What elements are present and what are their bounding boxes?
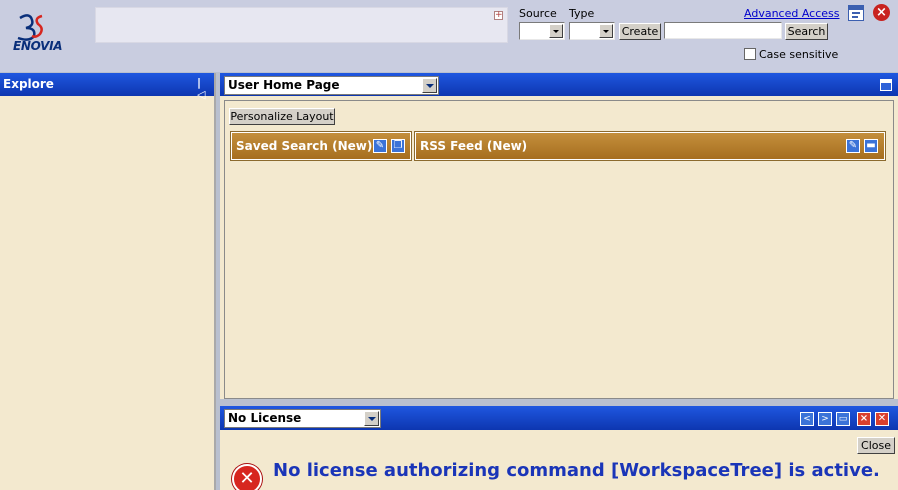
chevron-down-icon xyxy=(599,24,613,38)
advanced-access-link[interactable]: Advanced Access xyxy=(744,7,840,20)
type-label: Type xyxy=(569,7,595,20)
context-area: + xyxy=(95,7,508,43)
type-select[interactable] xyxy=(569,22,615,40)
explore-title: Explore xyxy=(3,77,54,91)
portlet-title: Saved Search (New) xyxy=(236,139,373,153)
close-icon[interactable]: × xyxy=(857,412,871,426)
edit-icon[interactable]: ✎ xyxy=(846,139,860,153)
source-select[interactable] xyxy=(519,22,565,40)
enovia-logo[interactable]: ENOVIA xyxy=(10,12,80,56)
panel-splitter-horizontal[interactable] xyxy=(220,399,898,405)
message-header: No License < > ▭ × ✕ xyxy=(220,406,898,430)
collapse-icon[interactable]: |◁ xyxy=(197,77,209,101)
create-button[interactable]: Create xyxy=(619,23,661,40)
forward-icon[interactable]: > xyxy=(818,412,832,426)
case-sensitive-label: Case sensitive xyxy=(759,48,839,61)
edit-icon[interactable]: ✎ xyxy=(373,139,387,153)
minimize-icon[interactable]: ▬ xyxy=(864,139,878,153)
back-icon[interactable]: < xyxy=(800,412,814,426)
main-panel: User Home Page Personalize Layout Saved … xyxy=(220,73,898,403)
chevron-down-icon xyxy=(364,411,379,426)
license-select[interactable]: No License xyxy=(224,409,381,428)
error-icon: ✕ xyxy=(232,464,262,490)
close-all-icon[interactable]: ✕ xyxy=(875,412,889,426)
explore-panel: Explore |◁ xyxy=(0,73,216,490)
portlet-rss-feed: RSS Feed (New) ✎ ▬ xyxy=(414,131,886,161)
chevron-down-icon xyxy=(422,78,437,93)
close-button[interactable]: Close xyxy=(857,437,895,454)
restore-icon[interactable]: ❐ xyxy=(391,139,405,153)
close-icon[interactable]: × xyxy=(873,4,890,21)
window-list-icon[interactable] xyxy=(848,5,864,21)
logo-wordmark: ENOVIA xyxy=(13,39,63,53)
view-select[interactable]: User Home Page xyxy=(224,76,439,95)
search-button[interactable]: Search xyxy=(785,23,828,40)
expand-icon[interactable]: + xyxy=(494,11,503,20)
main-header: User Home Page xyxy=(220,73,898,96)
portlet-title: RSS Feed (New) xyxy=(420,139,528,153)
personalize-layout-button[interactable]: Personalize Layout xyxy=(229,108,335,125)
maximize-icon[interactable] xyxy=(880,79,892,91)
top-bar: ENOVIA + Source Type Create Search Advan… xyxy=(0,0,898,72)
message-panel: No License < > ▭ × ✕ Close ✕ No license … xyxy=(220,406,898,490)
explore-header: Explore |◁ xyxy=(0,73,214,101)
error-message: No license authorizing command [Workspac… xyxy=(273,460,880,481)
chevron-down-icon xyxy=(549,24,563,38)
maximize-icon[interactable]: ▭ xyxy=(836,412,850,426)
portlet-saved-search: Saved Search (New) ✎ ❐ xyxy=(230,131,412,161)
search-input[interactable] xyxy=(664,22,782,39)
source-label: Source xyxy=(519,7,557,20)
3ds-logo-icon xyxy=(17,14,43,41)
case-sensitive-checkbox[interactable] xyxy=(744,48,756,60)
portal-body: Personalize Layout Saved Search (New) ✎ … xyxy=(224,100,894,399)
